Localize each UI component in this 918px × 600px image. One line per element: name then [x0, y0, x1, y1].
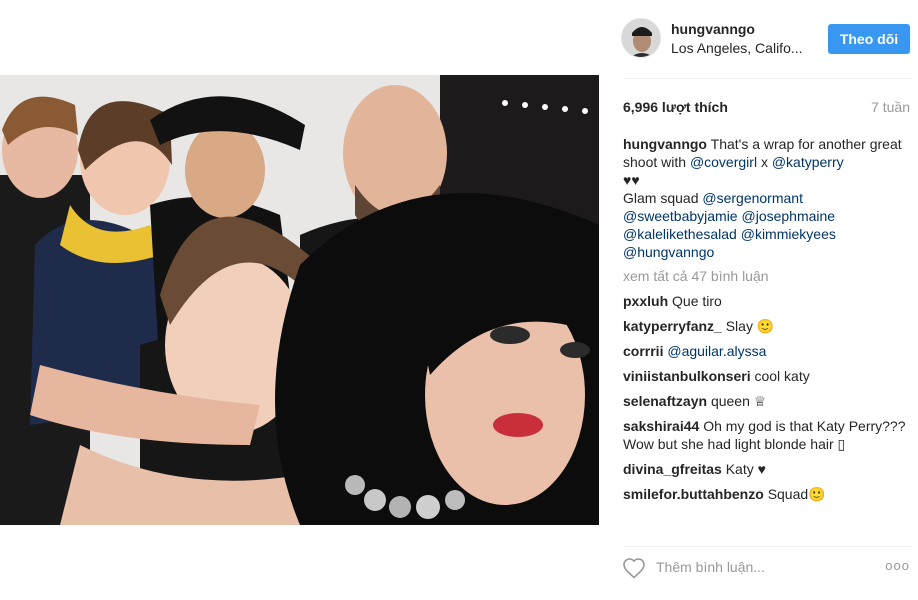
- photo-illustration: [0, 75, 599, 525]
- mention-link[interactable]: @kimmiekyees: [741, 226, 836, 242]
- post-header: hungvanngo Los Angeles, Califo... Theo d…: [609, 0, 918, 78]
- post-photo[interactable]: [0, 75, 599, 525]
- comment-item: katyperryfanz_ Slay 🙂: [623, 317, 913, 335]
- post-side-panel: hungvanngo Los Angeles, Califo... Theo d…: [609, 0, 918, 600]
- comment-author[interactable]: divina_gfreitas: [623, 461, 722, 477]
- location-link[interactable]: Los Angeles, Califo...: [671, 40, 803, 56]
- caption: hungvanngo That's a wrap for another gre…: [623, 135, 913, 261]
- comment-item: corrrii @aguilar.alyssa: [623, 342, 913, 360]
- mention-link[interactable]: @covergirl: [690, 154, 757, 170]
- comment-author[interactable]: selenaftzayn: [623, 393, 707, 409]
- mention-link[interactable]: @sweetbabyjamie: [623, 208, 738, 224]
- hearts-emoji: ♥♥: [623, 172, 640, 188]
- mention-link[interactable]: @aguilar.alyssa: [667, 343, 766, 359]
- comment-box-divider: [623, 546, 912, 547]
- comment-item: viniistanbulkonseri cool katy: [623, 367, 913, 385]
- mention-link[interactable]: @sergenormant: [702, 190, 803, 206]
- comment-input[interactable]: [656, 554, 856, 580]
- add-comment-bar: ooo: [609, 548, 918, 588]
- comment-author[interactable]: sakshirai44: [623, 418, 699, 434]
- avatar-image: [622, 19, 660, 57]
- comment-item: smilefor.buttahbenzo Squad🙂: [623, 485, 913, 503]
- mention-link[interactable]: @kalelikethesalad: [623, 226, 737, 242]
- more-options-icon[interactable]: ooo: [885, 558, 910, 573]
- comment-text: queen ♕: [710, 393, 767, 409]
- mention-link[interactable]: @katyperry: [772, 154, 844, 170]
- mention-link[interactable]: @hungvanngo: [623, 244, 714, 260]
- comment-item: pxxluh Que tiro: [623, 292, 913, 310]
- post-time[interactable]: 7 tuần: [871, 99, 910, 115]
- comment-item: selenaftzayn queen ♕: [623, 392, 913, 410]
- view-all-comments-link[interactable]: xem tất cả 47 bình luận: [623, 267, 913, 285]
- comment-text: Slay 🙂: [725, 318, 775, 334]
- comment-author[interactable]: katyperryfanz_: [623, 318, 722, 334]
- glam-squad-label: Glam squad: [623, 190, 699, 206]
- caption-separator: x: [760, 154, 768, 170]
- comment-author[interactable]: corrrii: [623, 343, 663, 359]
- comment-text: cool katy: [754, 368, 810, 384]
- comment-text: Katy ♥: [725, 461, 766, 477]
- comment-text: Que tiro: [672, 293, 722, 309]
- comment-author[interactable]: smilefor.buttahbenzo: [623, 486, 764, 502]
- comments-list: hungvanngo That's a wrap for another gre…: [623, 135, 913, 510]
- comment-item: divina_gfreitas Katy ♥: [623, 460, 913, 478]
- username-link[interactable]: hungvanngo: [671, 21, 755, 37]
- like-count[interactable]: 6,996 lượt thích: [623, 99, 728, 115]
- comment-author[interactable]: pxxluh: [623, 293, 668, 309]
- caption-author[interactable]: hungvanngo: [623, 136, 707, 152]
- comment-text: Squad🙂: [767, 486, 826, 502]
- comment-author[interactable]: viniistanbulkonseri: [623, 368, 751, 384]
- comment-item: sakshirai44 Oh my god is that Katy Perry…: [623, 417, 913, 453]
- mention-link[interactable]: @josephmaine: [742, 208, 836, 224]
- header-divider: [623, 78, 912, 79]
- avatar[interactable]: [621, 18, 661, 58]
- heart-icon[interactable]: [622, 557, 646, 579]
- follow-button[interactable]: Theo dõi: [828, 24, 910, 54]
